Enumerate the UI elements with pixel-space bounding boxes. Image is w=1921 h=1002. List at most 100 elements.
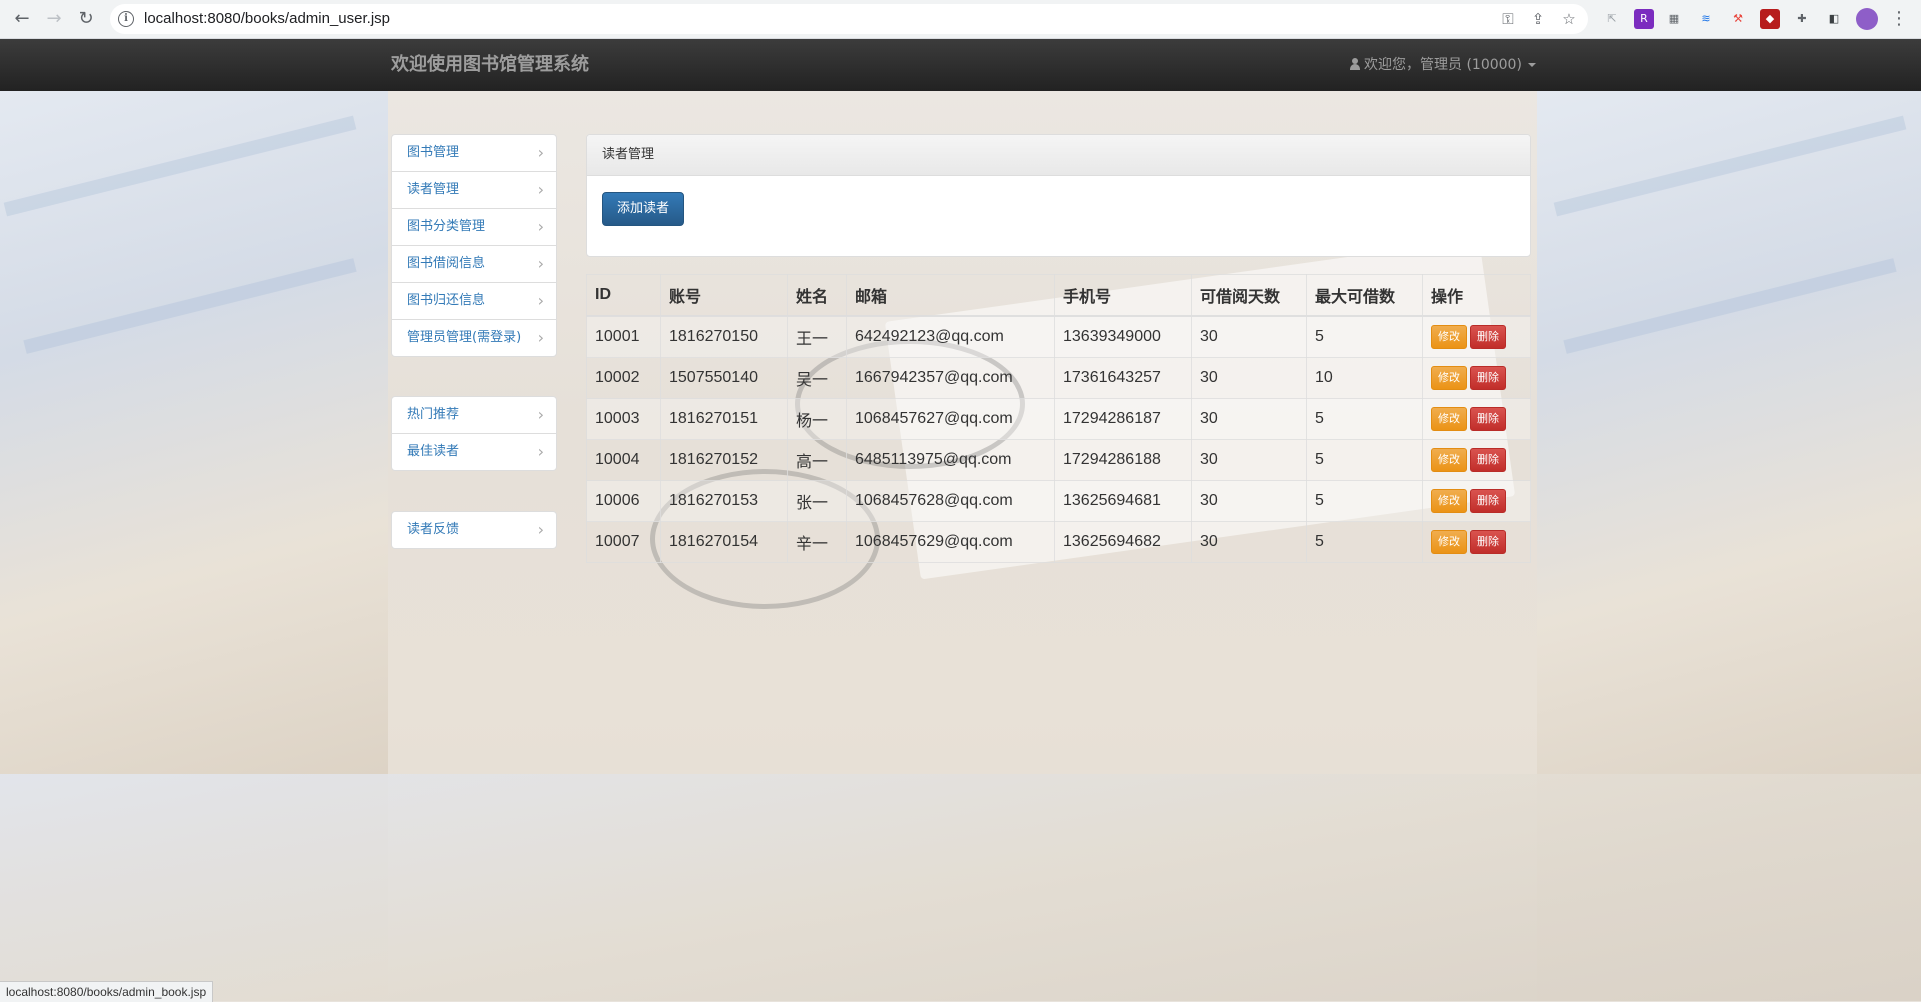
cell-borrow-days: 30 [1191,439,1307,481]
cell-name: 王一 [787,315,847,358]
sidebar-item-hot-recommend[interactable]: 热门推荐 › [392,397,556,434]
cell-account: 1816270153 [660,480,788,522]
cell-name: 张一 [787,480,847,522]
sidebar-item-borrow-info[interactable]: 图书借阅信息 › [392,246,556,283]
edit-button[interactable]: 修改 [1431,325,1467,349]
sidebar-item-admin-management[interactable]: 管理员管理(需登录) › [392,320,556,356]
edit-button[interactable]: 修改 [1431,407,1467,431]
site-brand[interactable]: 欢迎使用图书馆管理系统 [391,39,589,91]
user-icon [1350,58,1360,70]
site-info-icon[interactable]: i [118,11,134,27]
cell-actions: 修改 删除 [1422,398,1531,440]
cell-name: 杨一 [787,398,847,440]
column-header-name: 姓名 [787,274,847,317]
delete-button[interactable]: 删除 [1470,448,1506,472]
chevron-right-icon: › [537,442,544,461]
cell-borrow-days: 30 [1191,480,1307,522]
column-header-max-borrow: 最大可借数 [1306,274,1423,317]
edit-button[interactable]: 修改 [1431,530,1467,554]
chevron-right-icon: › [537,217,544,236]
chevron-right-icon: › [537,328,544,347]
sidebar-item-book-management[interactable]: 图书管理 › [392,135,556,172]
sidebar-menu-main: 图书管理 › 读者管理 › 图书分类管理 › 图书借阅信息 › 图书归还信息 › 管理员管… [391,134,557,357]
cell-id: 10002 [586,357,661,399]
cell-email: 642492123@qq.com [846,315,1055,358]
delete-button[interactable]: 删除 [1470,366,1506,390]
cell-name: 高一 [787,439,847,481]
background-lower [0,774,1921,1001]
cell-phone: 17361643257 [1054,357,1192,399]
sidebar-item-return-info[interactable]: 图书归还信息 › [392,283,556,320]
caret-down-icon [1527,63,1536,67]
reload-icon[interactable]: ↻ [72,5,100,33]
cell-account: 1507550140 [660,357,788,399]
cell-account: 1816270150 [660,315,788,358]
sidebar-item-best-reader[interactable]: 最佳读者 › [392,434,556,470]
cell-email: 1667942357@qq.com [846,357,1055,399]
column-header-borrow-days: 可借阅天数 [1191,274,1307,317]
cell-max-borrow: 5 [1306,521,1423,563]
user-greeting: 欢迎您，管理员 (10000) [1364,57,1522,73]
add-reader-button[interactable]: 添加读者 [602,192,684,226]
cell-actions: 修改 删除 [1422,480,1531,522]
sidebar-item-reader-management[interactable]: 读者管理 › [392,172,556,209]
cell-email: 1068457627@qq.com [846,398,1055,440]
cell-actions: 修改 删除 [1422,315,1531,358]
extension-window-icon[interactable]: ▦ [1664,9,1684,29]
delete-button[interactable]: 删除 [1470,325,1506,349]
cell-max-borrow: 5 [1306,398,1423,440]
extension-tool-icon[interactable]: ⚒ [1728,9,1748,29]
menu-kebab-icon[interactable]: ⋮ [1890,5,1908,33]
edit-button[interactable]: 修改 [1431,366,1467,390]
cell-borrow-days: 30 [1191,357,1307,399]
status-bar-url: localhost:8080/books/admin_book.jsp [0,981,214,1002]
cell-max-borrow: 5 [1306,480,1423,522]
delete-button[interactable]: 删除 [1470,489,1506,513]
column-header-account: 账号 [660,274,788,317]
browser-toolbar: ← → ↻ i localhost:8080/books/admin_user.… [0,0,1921,39]
cell-email: 6485113975@qq.com [846,439,1055,481]
top-navbar: 欢迎使用图书馆管理系统 欢迎您，管理员 (10000) [0,39,1921,91]
extension-layers-icon[interactable]: ≋ [1696,9,1716,29]
table-row: 10006 1816270153 张一 1068457628@qq.com 136256… [586,480,1531,522]
forward-arrow-icon[interactable]: → [40,5,68,33]
extension-rp-icon[interactable]: R [1634,9,1654,29]
delete-button[interactable]: 删除 [1470,407,1506,431]
cell-name: 辛一 [787,521,847,563]
back-arrow-icon[interactable]: ← [8,5,36,33]
cell-account: 1816270152 [660,439,788,481]
user-dropdown[interactable]: 欢迎您，管理员 (10000) [1350,39,1536,91]
cell-phone: 17294286188 [1054,439,1192,481]
column-header-id: ID [586,274,661,317]
sidebar-item-category-management[interactable]: 图书分类管理 › [392,209,556,246]
side-panel-icon[interactable]: ◧ [1824,9,1844,29]
address-bar[interactable]: i localhost:8080/books/admin_user.jsp ⚿ … [110,4,1588,34]
chevron-right-icon: › [537,520,544,539]
edit-button[interactable]: 修改 [1431,489,1467,513]
table-row: 10007 1816270154 辛一 1068457629@qq.com 136256… [586,521,1531,563]
cell-name: 吴一 [787,357,847,399]
extension-cursor-icon[interactable]: ⇱ [1602,9,1622,29]
cell-id: 10003 [586,398,661,440]
sidebar-item-reader-feedback[interactable]: 读者反馈 › [392,512,556,548]
delete-button[interactable]: 删除 [1470,530,1506,554]
extensions-puzzle-icon[interactable]: ✚ [1792,9,1812,29]
cell-phone: 17294286187 [1054,398,1192,440]
extension-shield-icon[interactable]: ◆ [1760,9,1780,29]
bookmark-star-icon[interactable]: ☆ [1559,9,1579,29]
edit-button[interactable]: 修改 [1431,448,1467,472]
cell-max-borrow: 10 [1306,357,1423,399]
cell-actions: 修改 删除 [1422,439,1531,481]
cell-max-borrow: 5 [1306,315,1423,358]
cell-email: 1068457629@qq.com [846,521,1055,563]
profile-avatar[interactable] [1856,8,1878,30]
url-text[interactable]: localhost:8080/books/admin_user.jsp [144,4,390,34]
table-row: 10001 1816270150 王一 642492123@qq.com 1363934… [586,315,1531,358]
cell-borrow-days: 30 [1191,398,1307,440]
chevron-right-icon: › [537,291,544,310]
share-icon[interactable]: ⇪ [1528,9,1548,29]
cell-account: 1816270154 [660,521,788,563]
table-row: 10002 1507550140 吴一 1667942357@qq.com 173616… [586,357,1531,399]
reader-management-panel: 读者管理 添加读者 [586,134,1531,257]
key-icon[interactable]: ⚿ [1498,9,1518,29]
